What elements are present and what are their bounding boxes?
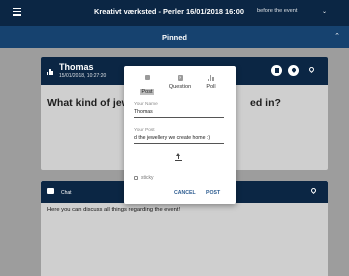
pinned-label: Pinned: [161, 33, 187, 42]
post-author: Thomas: [59, 62, 94, 72]
chat-message: Here you can discuss all things regardin…: [47, 207, 181, 213]
delete-icon[interactable]: [271, 65, 282, 76]
flag-icon: [144, 75, 150, 80]
tab-poll-label: Poll: [206, 84, 216, 90]
pin-icon[interactable]: [288, 65, 299, 76]
top-app-bar: Kreativt værksted - Perler 16/01/2018 16…: [0, 0, 349, 26]
menu-icon[interactable]: [13, 8, 21, 16]
tab-poll[interactable]: Poll: [198, 75, 224, 90]
chat-label: Chat: [61, 190, 72, 196]
sticky-label: sticky: [141, 175, 154, 181]
question-icon: ?: [177, 75, 183, 81]
poll-icon: [208, 75, 214, 81]
chevron-down-icon[interactable]: ⌄: [322, 8, 327, 15]
new-post-dialog: Post ? Question Poll Your Name Thomas Yo…: [124, 66, 236, 204]
upload-icon[interactable]: [175, 153, 182, 161]
question-text-tail: ed in?: [250, 97, 281, 109]
sticky-checkbox[interactable]: [134, 176, 138, 180]
post-field-label: Your Post: [134, 128, 155, 133]
post-button[interactable]: POST: [206, 190, 220, 196]
post-field[interactable]: d the jewellery we create home :): [134, 135, 224, 144]
tab-post[interactable]: Post: [134, 75, 160, 98]
event-subtitle: before the event: [257, 8, 298, 14]
chat-icon: [47, 188, 54, 194]
tab-post-label: Post: [140, 89, 154, 95]
chevron-up-icon[interactable]: ⌃: [334, 32, 340, 40]
cancel-button[interactable]: CANCEL: [174, 190, 196, 196]
location-pin-icon[interactable]: [307, 65, 316, 74]
name-field-label: Your Name: [134, 102, 158, 107]
tab-question-label: Question: [168, 84, 192, 90]
pinned-section-bar[interactable]: Pinned ⌃: [0, 26, 349, 48]
post-timestamp: 15/01/2018, 10:27:20: [59, 73, 107, 79]
event-title: Kreativt værksted - Perler 16/01/2018 16…: [94, 7, 244, 16]
tab-question[interactable]: ? Question: [167, 75, 193, 90]
name-field[interactable]: Thomas: [134, 109, 224, 118]
location-pin-icon[interactable]: [309, 186, 318, 195]
poll-icon: [47, 69, 53, 75]
